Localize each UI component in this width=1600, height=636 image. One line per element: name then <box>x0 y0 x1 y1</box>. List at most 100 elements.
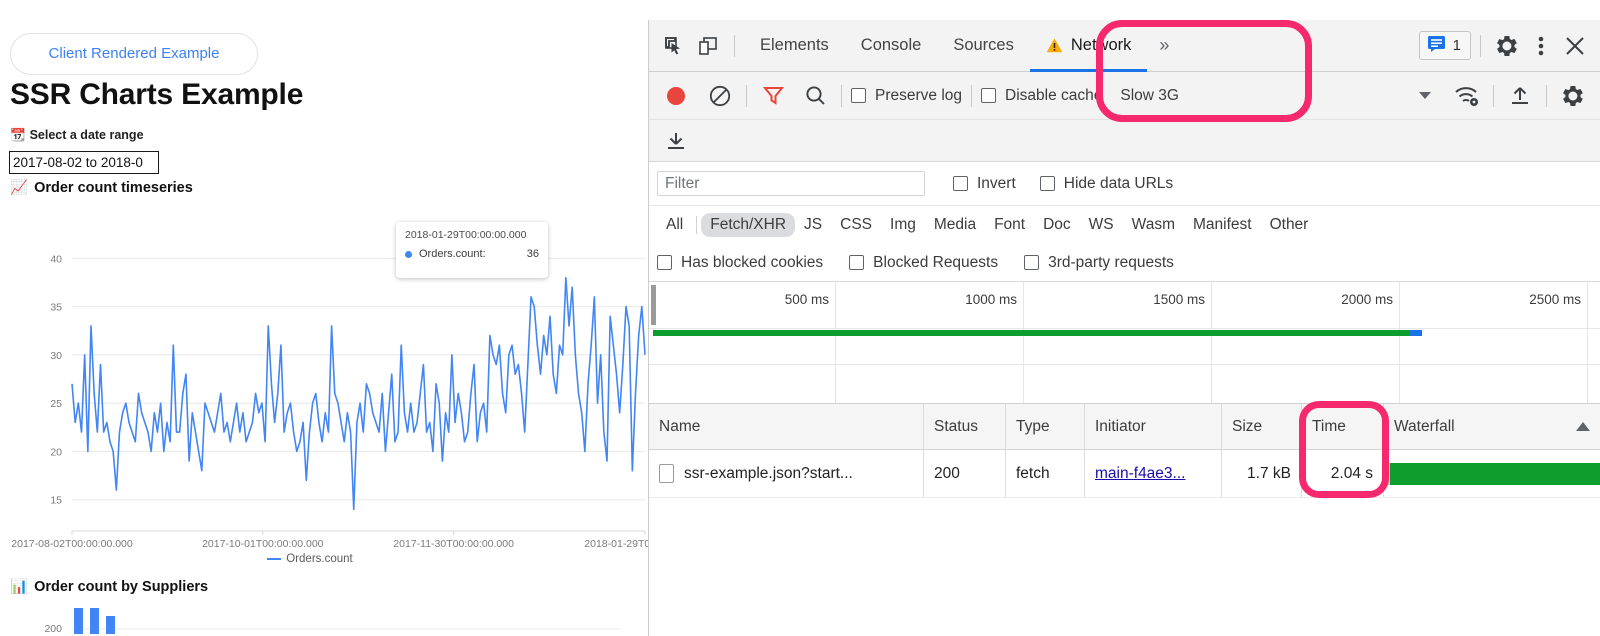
column-header-time[interactable]: Time <box>1302 404 1384 449</box>
overview-gridline <box>1023 282 1024 403</box>
type-filter-wasm[interactable]: Wasm <box>1123 213 1184 237</box>
preserve-log-checkbox-box <box>851 88 866 103</box>
tooltip-series-name: Orders.count: <box>419 248 486 260</box>
svg-text:2018-01-29T00:00:00.000: 2018-01-29T00:00:00.000 <box>584 538 648 550</box>
type-filter-other[interactable]: Other <box>1261 213 1318 237</box>
bar-chart-icon: 📊 <box>10 578 29 595</box>
tab-elements-label: Elements <box>760 36 829 54</box>
overview-request-band-end <box>1410 330 1422 336</box>
cell-name[interactable]: ssr-example.json?start... <box>649 450 924 497</box>
tabbar-divider-right <box>1480 34 1481 57</box>
has-blocked-cookies-label: Has blocked cookies <box>681 253 824 271</box>
bar-chart-heading: 📊 Order count by Suppliers <box>10 579 208 595</box>
type-filter-fetch-xhr[interactable]: Fetch/XHR <box>701 213 796 237</box>
type-filter-font[interactable]: Font <box>985 213 1034 237</box>
cell-type: fetch <box>1006 450 1085 497</box>
search-icon[interactable] <box>798 79 832 113</box>
has-blocked-cookies-checkbox-box <box>657 255 672 270</box>
network-overview-timeline[interactable]: 500 ms 1000 ms 1500 ms 2000 ms 2500 ms <box>649 282 1600 404</box>
column-header-waterfall[interactable]: Waterfall <box>1384 404 1600 449</box>
tab-elements[interactable]: Elements <box>744 20 845 72</box>
column-header-size[interactable]: Size <box>1222 404 1302 449</box>
blocked-requests-checkbox-box <box>849 255 865 270</box>
column-header-waterfall-label: Waterfall <box>1394 417 1455 435</box>
network-settings-gear-icon[interactable] <box>1556 79 1590 113</box>
third-party-requests-checkbox-box <box>1024 255 1040 270</box>
chevron-down-icon[interactable] <box>1408 79 1442 113</box>
sort-ascending-icon <box>1576 422 1590 431</box>
clear-icon[interactable] <box>703 79 737 113</box>
column-header-type[interactable]: Type <box>1006 404 1085 449</box>
overview-left-marker <box>651 285 656 325</box>
disable-cache-checkbox[interactable]: Disable cache <box>981 87 1102 105</box>
device-toolbar-icon[interactable] <box>691 29 725 63</box>
import-har-icon[interactable] <box>1503 79 1537 113</box>
record-icon[interactable] <box>659 79 693 113</box>
type-filter-doc[interactable]: Doc <box>1034 213 1080 237</box>
export-toolbar <box>649 120 1600 162</box>
svg-text:200: 200 <box>44 623 62 635</box>
third-party-requests-checkbox[interactable]: 3rd-party requests <box>1024 254 1174 272</box>
more-options-icon[interactable] <box>1524 29 1558 63</box>
cell-initiator[interactable]: main-f4ae3... <box>1085 450 1222 497</box>
type-filter-manifest[interactable]: Manifest <box>1184 213 1261 237</box>
filter-input[interactable] <box>657 171 925 196</box>
column-header-initiator[interactable]: Initiator <box>1085 404 1222 449</box>
third-party-requests-label: 3rd-party requests <box>1048 253 1174 271</box>
more-tabs-icon[interactable]: » <box>1147 35 1181 56</box>
message-count: 1 <box>1452 37 1461 54</box>
invert-label: Invert <box>977 174 1016 192</box>
has-blocked-cookies-checkbox[interactable]: Has blocked cookies <box>657 254 823 272</box>
svg-text:40: 40 <box>50 253 62 265</box>
cell-initiator-link[interactable]: main-f4ae3... <box>1095 465 1185 483</box>
overview-row-divider <box>649 364 1600 365</box>
hide-data-urls-label: Hide data URLs <box>1063 174 1174 192</box>
inspect-element-icon[interactable] <box>657 29 691 63</box>
client-rendered-example-button[interactable]: Client Rendered Example <box>10 33 258 75</box>
filter-icon[interactable] <box>756 79 790 113</box>
type-filter-media[interactable]: Media <box>925 213 985 237</box>
type-filter-ws[interactable]: WS <box>1080 213 1123 237</box>
preserve-log-label: Preserve log <box>875 86 963 104</box>
page-title: SSR Charts Example <box>10 78 304 111</box>
preserve-log-checkbox[interactable]: Preserve log <box>851 87 962 105</box>
network-toolbar: Preserve log Disable cache Slow 3G <box>649 72 1600 120</box>
order-count-by-suppliers-chart: 200 <box>44 608 620 635</box>
warning-triangle-icon <box>1046 37 1063 54</box>
table-row[interactable]: ssr-example.json?start... 200 fetch main… <box>649 450 1600 498</box>
blocked-filters-bar: Has blocked cookies Blocked Requests 3rd… <box>649 244 1600 282</box>
svg-text:35: 35 <box>50 302 62 314</box>
message-count-badge[interactable]: 1 <box>1418 31 1471 60</box>
export-har-icon[interactable] <box>659 124 693 158</box>
column-header-status[interactable]: Status <box>924 404 1006 449</box>
tab-sources[interactable]: Sources <box>937 20 1030 72</box>
svg-text:25: 25 <box>50 398 62 410</box>
type-filter-img[interactable]: Img <box>881 213 925 237</box>
tab-console[interactable]: Console <box>845 20 938 72</box>
network-conditions-icon[interactable] <box>1450 79 1484 113</box>
close-icon[interactable] <box>1558 29 1592 63</box>
invert-checkbox[interactable]: Invert <box>953 175 1016 193</box>
net-toolbar-divider-4 <box>1493 84 1494 107</box>
overview-row-divider <box>649 328 1600 329</box>
date-range-input[interactable]: 2017-08-02 to 2018-0 <box>9 151 159 174</box>
request-checkbox-icon[interactable] <box>659 464 674 483</box>
tab-network[interactable]: Network <box>1030 20 1148 72</box>
svg-text:2017-10-01T00:00:00.000: 2017-10-01T00:00:00.000 <box>202 538 324 550</box>
type-filter-js[interactable]: JS <box>795 213 831 237</box>
column-header-name[interactable]: Name <box>649 404 924 449</box>
blocked-requests-label: Blocked Requests <box>873 253 999 271</box>
chart-increasing-icon: 📈 <box>10 179 29 196</box>
type-filter-all[interactable]: All <box>657 213 692 237</box>
gear-icon[interactable] <box>1490 29 1524 63</box>
throttling-select[interactable]: Slow 3G <box>1120 87 1179 105</box>
overview-tick-500: 500 ms <box>784 292 829 307</box>
blocked-requests-checkbox[interactable]: Blocked Requests <box>849 254 998 272</box>
overview-tick-2000: 2000 ms <box>1341 292 1393 307</box>
svg-text:2017-11-30T00:00:00.000: 2017-11-30T00:00:00.000 <box>393 538 514 550</box>
hide-data-urls-checkbox[interactable]: Hide data URLs <box>1039 174 1174 193</box>
cell-waterfall <box>1384 450 1600 497</box>
type-filter-css[interactable]: CSS <box>831 213 881 237</box>
svg-text:20: 20 <box>50 446 62 458</box>
legend-swatch <box>267 557 282 560</box>
